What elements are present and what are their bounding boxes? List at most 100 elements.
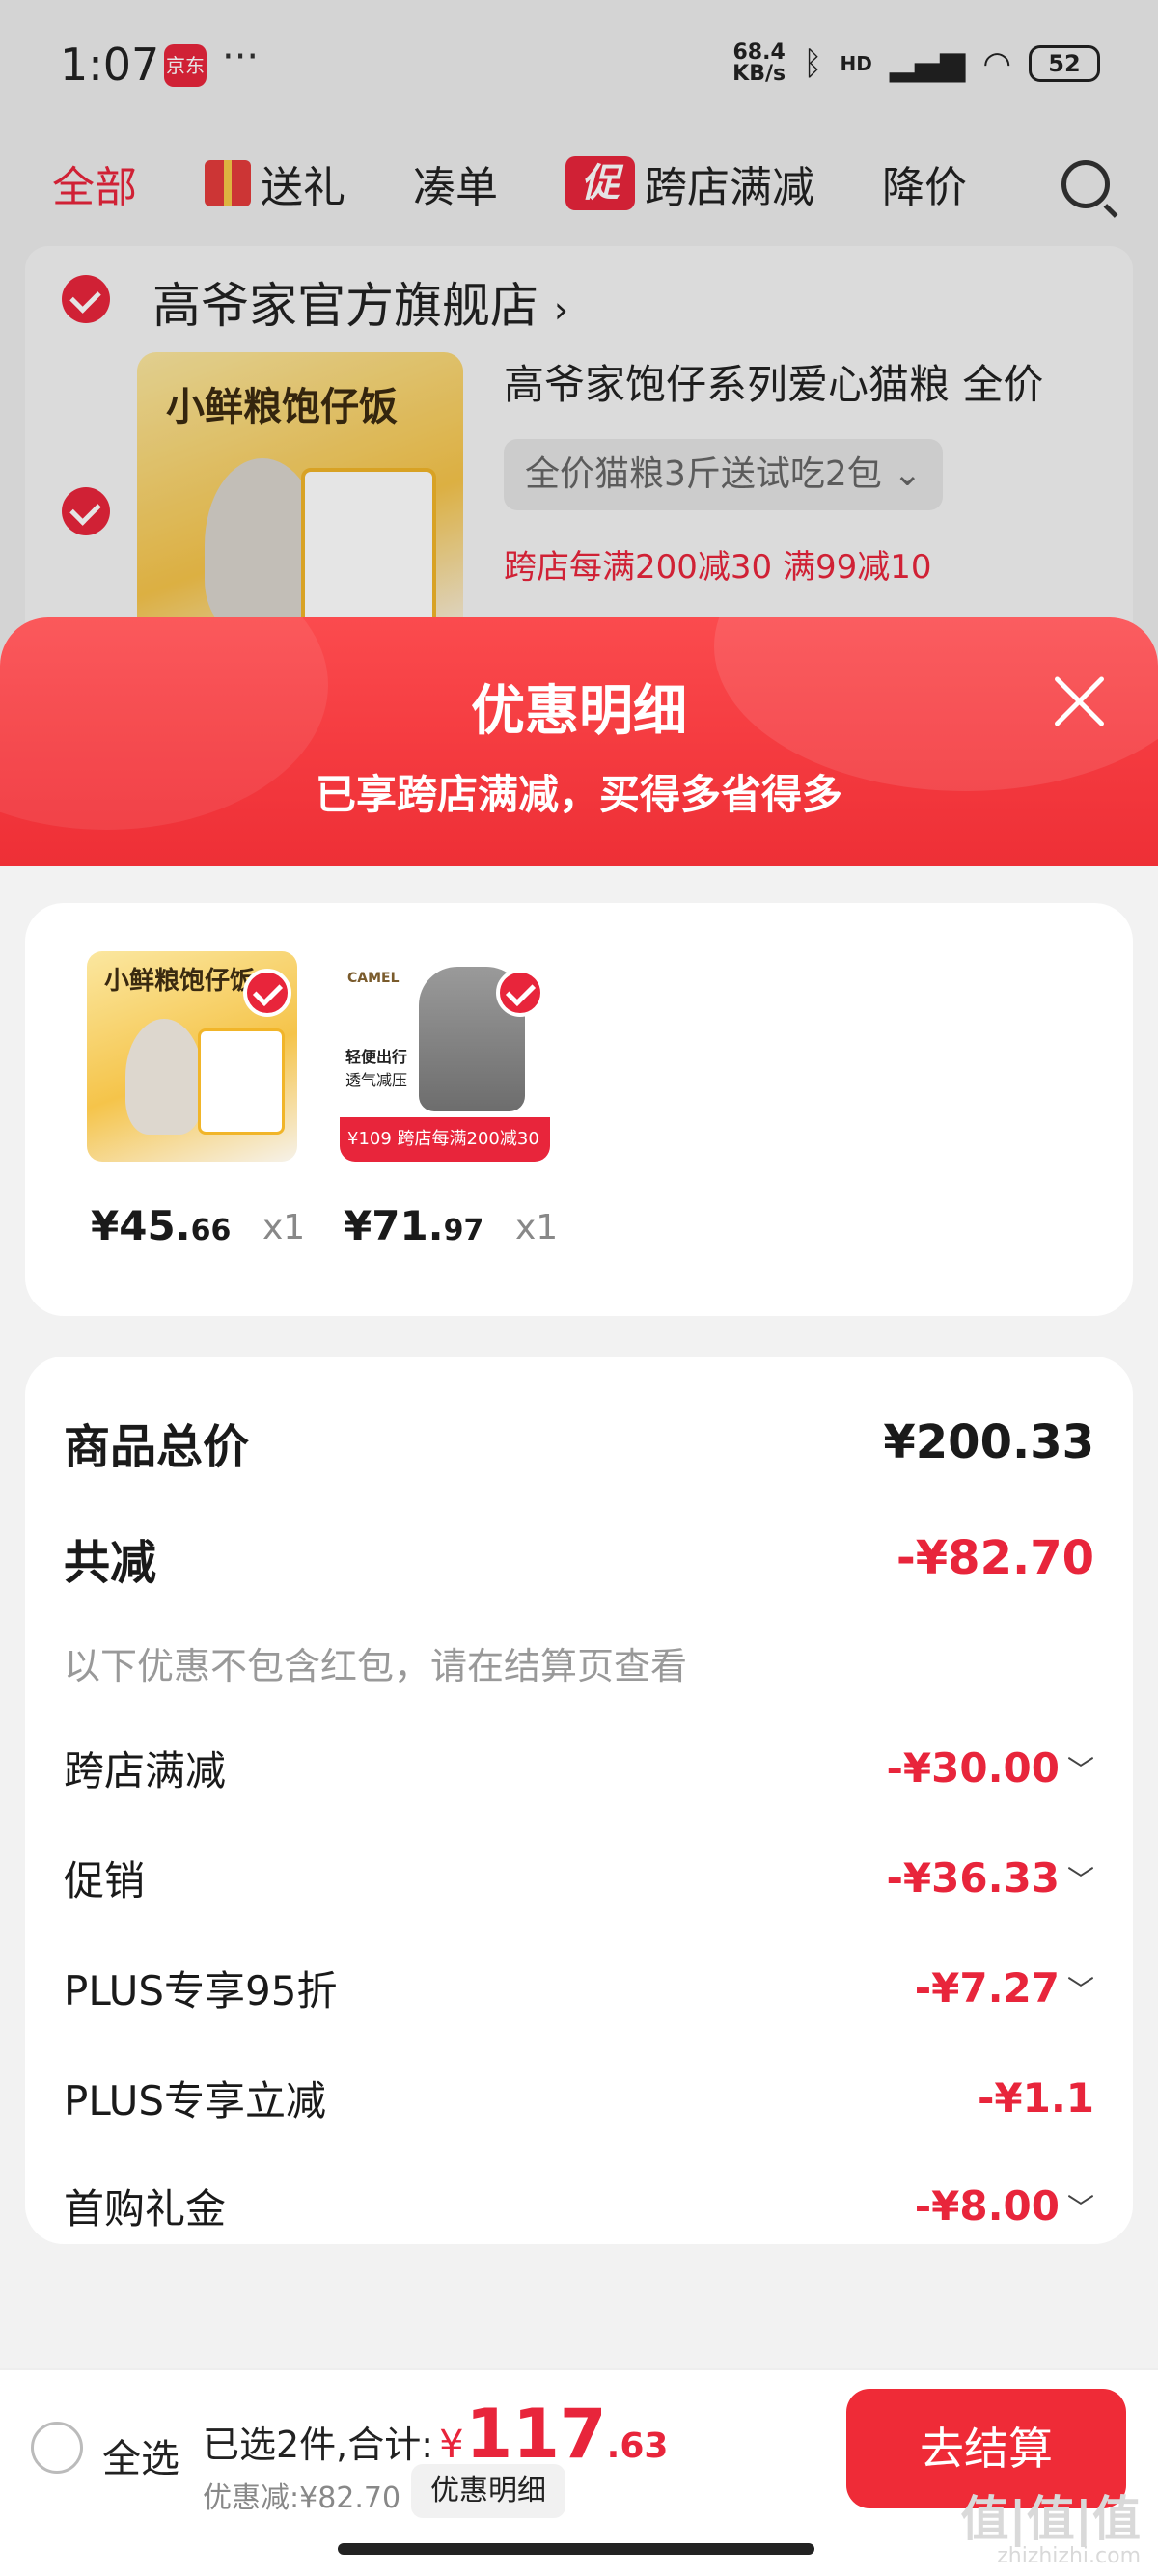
sheet-header: 优惠明细 已享跨店满减，买得多省得多 (0, 617, 1158, 866)
tab-price-drop[interactable]: 降价 (882, 152, 967, 214)
tab-bundle[interactable]: 凑单 (413, 152, 498, 214)
food-bag-illustration (301, 468, 436, 632)
status-icons: 68.4 KB/s ᛒ HD ▂▄▆ ◠ 52 (732, 42, 1100, 85)
discount-label: 首购礼金 (64, 2185, 227, 2233)
item-image-text: 小鲜粮饱仔饭 (104, 967, 256, 996)
tab-cross-store[interactable]: 促跨店满减 (565, 152, 814, 214)
store-name[interactable]: 高爷家官方旗舰店 › (152, 267, 568, 337)
discount-amount: -¥36.33 (886, 1854, 1060, 1902)
cart-tabs: 全部 送礼 凑单 促跨店满减 降价 (0, 145, 1158, 222)
discount-row-cross-store[interactable]: 跨店满减 -¥30.00 ﹀ (64, 1739, 1094, 1797)
item-quantity: x1 (262, 1208, 306, 1247)
tab-label: 降价 (882, 163, 967, 212)
discount-row-first-purchase[interactable]: 首购礼金 -¥8.00 ﹀ (64, 2177, 1094, 2235)
wifi-icon: ◠ (982, 44, 1011, 83)
discount-value: -¥1.1 (978, 2074, 1094, 2122)
battery-icon: 52 (1029, 45, 1100, 82)
watermark-url: zhizhizhi.com (997, 2544, 1141, 2568)
total-price-label: 商品总价 (64, 1420, 250, 1474)
discount-amount: -¥8.00 (914, 2182, 1060, 2230)
total-amount-decimal: .63 (606, 2426, 669, 2466)
discount-amount: -¥7.27 (914, 1964, 1060, 2012)
selected-summary: 已选2件,合计: ¥ 117 .63 (203, 2395, 668, 2474)
food-bag-illustration (198, 1028, 285, 1135)
reduction-note: 以下优惠不包含红包，请在结算页查看 (64, 1645, 688, 1687)
signal-bars-icon: ▂▄▆ (889, 44, 966, 83)
select-all-label[interactable]: 全选 (102, 2427, 179, 2483)
discount-label: PLUS专享95折 (64, 1967, 338, 2014)
cat-illustration (125, 1019, 203, 1135)
selected-check-icon (243, 969, 291, 1017)
status-bar: 1:07 京东 ··· 68.4 KB/s ᛒ HD ▂▄▆ ◠ 52 (0, 0, 1158, 135)
discount-summary: 优惠减:¥82.70 (203, 2481, 401, 2515)
item-price: ¥71.97 (344, 1202, 483, 1249)
total-reduction-label: 共减 (64, 1536, 157, 1590)
bluetooth-icon: ᛒ (803, 44, 823, 83)
product-image[interactable]: 小鲜粮饱仔饭 (137, 352, 463, 642)
tab-gift[interactable]: 送礼 (205, 152, 345, 214)
total-price-value: ¥200.33 (883, 1415, 1094, 1469)
watermark-logo: 值|值|值 (960, 2491, 1141, 2547)
product-image-text: 小鲜粮饱仔饭 (166, 385, 398, 429)
item-price-decimal: 97 (443, 1214, 484, 1247)
item-promo-banner: ¥109 跨店每满200减30 (340, 1117, 550, 1162)
store-checkbox[interactable] (62, 275, 110, 323)
more-dots-icon: ··· (222, 35, 260, 79)
network-speed-value: 68.4 (732, 41, 786, 65)
discount-value: -¥7.27 ﹀ (915, 1964, 1094, 2012)
discount-detail-button[interactable]: 优惠明细 (411, 2464, 565, 2518)
discount-value: -¥36.33 ﹀ (886, 1854, 1094, 1902)
total-price-row: 商品总价 ¥200.33 (64, 1409, 1094, 1476)
watermark: 值|值|值 zhizhizhi.com (960, 2494, 1141, 2568)
selected-item[interactable]: 小鲜粮饱仔饭 (87, 951, 297, 1162)
product-checkbox[interactable] (62, 487, 110, 535)
signal-icon: HD (840, 52, 872, 75)
close-icon[interactable] (1050, 671, 1108, 729)
item-image-text: 透气减压 (345, 1071, 408, 1089)
home-indicator[interactable] (338, 2543, 814, 2555)
sku-selector[interactable]: 全价猫粮3斤送试吃2包 ⌄ (504, 439, 944, 510)
discount-row-promotion[interactable]: 促销 -¥36.33 ﹀ (64, 1849, 1094, 1907)
discount-amount: -¥30.00 (886, 1744, 1060, 1792)
network-speed-unit: KB/s (732, 62, 786, 86)
discount-label: 跨店满减 (64, 1747, 227, 1795)
chevron-down-icon: ﹀ (1066, 1863, 1094, 1896)
item-price-decimal: 66 (190, 1214, 232, 1247)
product-title[interactable]: 高爷家饱仔系列爱心猫粮 全价 (504, 352, 1043, 411)
selected-count-text: 已选2件,合计: (203, 2424, 434, 2466)
total-reduction-row: 共减 -¥82.70 (64, 1524, 1094, 1592)
selected-check-icon (496, 969, 544, 1017)
store-name-text: 高爷家官方旗舰店 (152, 278, 538, 334)
status-time: 1:07 (60, 39, 160, 91)
gift-icon (205, 160, 251, 206)
promo-badge-icon: 促 (565, 156, 635, 210)
discount-value: -¥30.00 ﹀ (886, 1744, 1094, 1792)
search-icon[interactable] (1062, 160, 1110, 208)
app-icon: 京东 (164, 44, 207, 87)
chevron-down-icon: ﹀ (1066, 1753, 1094, 1786)
select-all-checkbox[interactable] (31, 2422, 83, 2474)
background-page: 1:07 京东 ··· 68.4 KB/s ᛒ HD ▂▄▆ ◠ 52 全部 送… (0, 0, 1158, 728)
price-breakdown-card: 商品总价 ¥200.33 共减 -¥82.70 以下优惠不包含红包，请在结算页查… (25, 1357, 1133, 2244)
item-image: CAMEL 轻便出行 透气减压 ¥109 跨店每满200减30 (340, 951, 550, 1162)
discount-label: 促销 (64, 1857, 146, 1905)
item-price-int: ¥71. (344, 1202, 444, 1249)
discount-amount: -¥1.1 (977, 2074, 1094, 2122)
item-quantity: x1 (515, 1208, 559, 1247)
chevron-right-icon: › (553, 288, 569, 331)
item-price: ¥45.66 (91, 1202, 231, 1249)
discount-detail-sheet: 优惠明细 已享跨店满减，买得多省得多 小鲜粮饱仔饭 ¥45.66 x1 CAME… (0, 617, 1158, 2373)
chevron-down-icon: ﹀ (1066, 1973, 1094, 2006)
item-image: 小鲜粮饱仔饭 (87, 951, 297, 1162)
selected-items-card: 小鲜粮饱仔饭 ¥45.66 x1 CAMEL 轻便出行 透气减压 ¥109 跨店… (25, 903, 1133, 1316)
total-amount-int: 117 (465, 2395, 607, 2474)
item-image-text: 轻便出行 (345, 1048, 408, 1066)
tab-all[interactable]: 全部 (52, 152, 137, 214)
discount-row-plus-95[interactable]: PLUS专享95折 -¥7.27 ﹀ (64, 1959, 1094, 2017)
brand-logo: CAMEL (347, 971, 400, 986)
sheet-title: 优惠明细 (471, 680, 687, 743)
selected-item[interactable]: CAMEL 轻便出行 透气减压 ¥109 跨店每满200减30 (340, 951, 550, 1162)
sheet-subtitle: 已享跨店满减，买得多省得多 (315, 771, 842, 818)
total-currency: ¥ (439, 2423, 464, 2467)
tab-label: 全部 (52, 163, 137, 212)
